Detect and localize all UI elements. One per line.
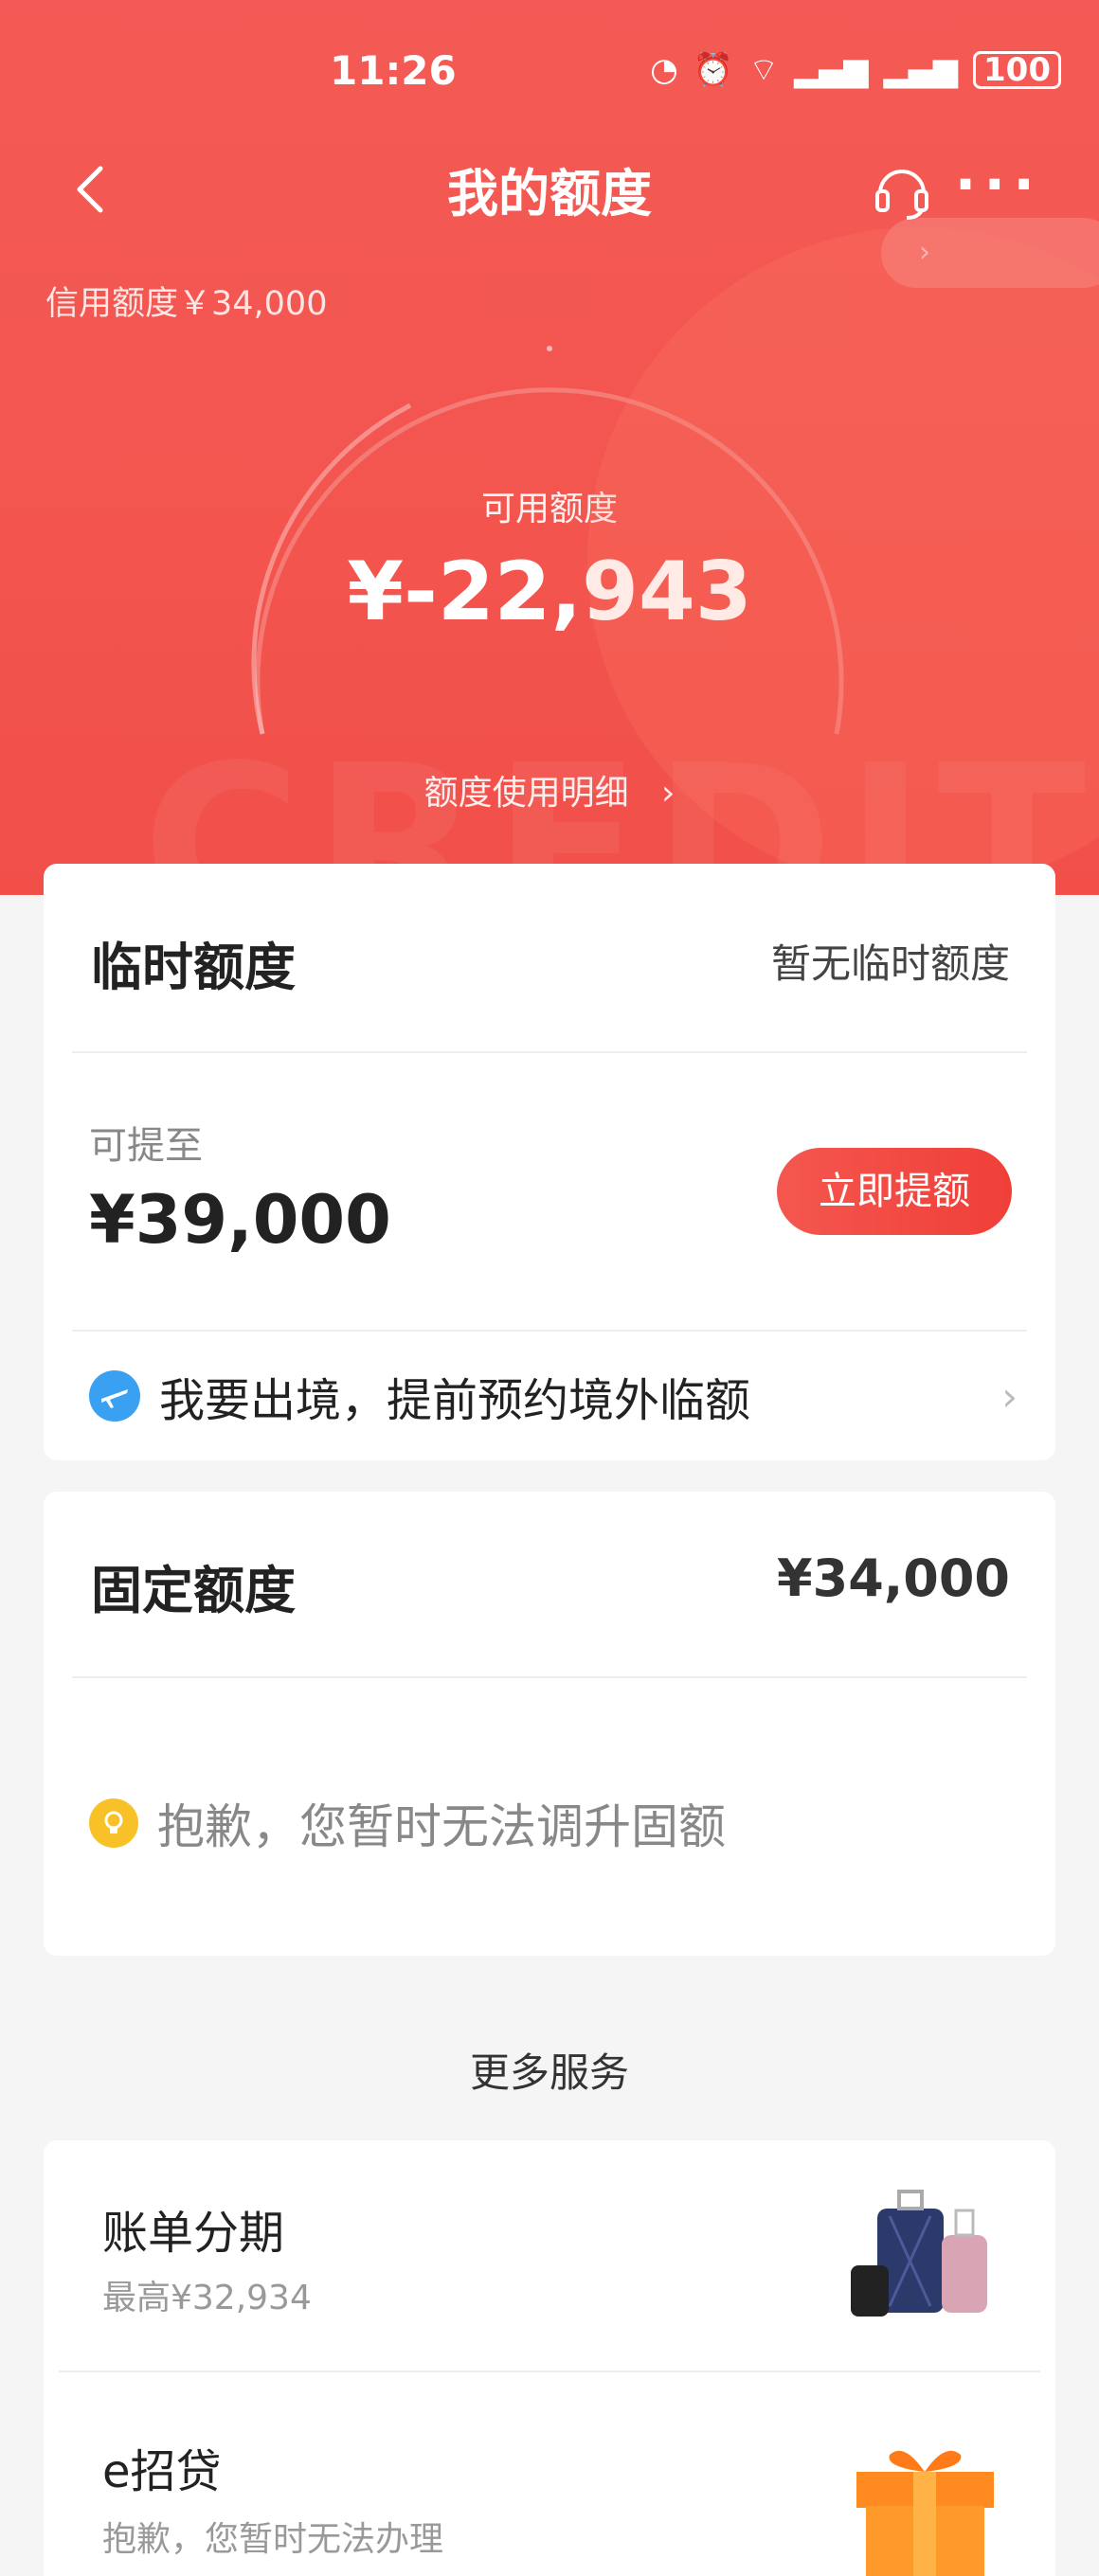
overseas-temp-limit-link[interactable]: 我要出境，提前预约境外临额 › xyxy=(89,1358,1018,1434)
luggage-icon xyxy=(851,2190,987,2317)
fixed-limit-title: 固定额度 xyxy=(91,1561,296,1620)
scrolled-chip-ghost: › xyxy=(881,218,1099,288)
divider xyxy=(72,1051,1027,1053)
temp-limit-status: 暂无临时额度 xyxy=(770,940,1010,987)
temp-limit-card: 临时额度 暂无临时额度 可提至 ¥39,000 立即提额 我要出境，提前预约境外… xyxy=(44,864,1055,1460)
hero-banner: CREDIT 11:26 ◔ ⏰ ⌔ ▂▄▆ ▂▄▆ 100 我的额度 ··· … xyxy=(0,0,1099,895)
battery-icon: 100 xyxy=(973,50,1061,89)
service-title: e招贷 xyxy=(102,2445,222,2498)
more-services-card: 账单分期 最高¥32,934 e招贷 抱歉，您暂时无法办理 xyxy=(44,2140,1055,2576)
service-subtitle: 最高¥32,934 xyxy=(102,2279,312,2317)
limit-usage-detail-link[interactable]: 额度使用明细 › xyxy=(0,765,1099,814)
fixed-limit-notice: 抱歉，您暂时无法调升固额 xyxy=(89,1785,1018,1861)
lightbulb-icon xyxy=(89,1798,138,1848)
wifi-icon: ⌔ xyxy=(748,51,780,89)
divider xyxy=(72,1330,1027,1332)
fixed-limit-amount: ¥34,000 xyxy=(777,1548,1010,1608)
available-limit-label: 可用额度 xyxy=(480,490,618,528)
fixed-limit-notice-text: 抱歉，您暂时无法调升固额 xyxy=(157,1799,726,1854)
service-subtitle: 抱歉，您暂时无法办理 xyxy=(102,2520,444,2559)
overseas-temp-limit-text: 我要出境，提前预约境外临额 xyxy=(159,1374,751,1427)
fixed-limit-card: 固定额度 ¥34,000 抱歉，您暂时无法调升固额 xyxy=(44,1492,1055,1956)
signal-4g-icon: ▂▄▆ xyxy=(883,50,959,89)
status-time: 11:26 xyxy=(330,47,457,94)
status-icons: ◔ ⏰ ⌔ ▂▄▆ ▂▄▆ 100 xyxy=(650,49,1061,90)
limit-usage-detail-label: 额度使用明细 xyxy=(423,774,629,813)
raise-to-label: 可提至 xyxy=(89,1124,203,1168)
credit-limit-text: 信用额度￥34,000 xyxy=(45,285,328,323)
page-title: 我的额度 xyxy=(447,164,652,224)
signal-5g-icon: ▂▄▆ xyxy=(794,50,869,89)
status-bar: 11:26 ◔ ⏰ ⌔ ▂▄▆ ▂▄▆ 100 xyxy=(0,0,1099,142)
raise-limit-button[interactable]: 立即提额 xyxy=(777,1148,1012,1235)
alarm-icon: ⏰ xyxy=(693,50,734,89)
customer-service-headset-icon[interactable] xyxy=(871,159,933,222)
available-limit-amount: ¥-22,943 xyxy=(347,545,752,639)
more-services-heading: 更多服务 xyxy=(469,2049,629,2096)
airplane-icon xyxy=(89,1370,140,1422)
divider xyxy=(59,2370,1040,2372)
chevron-right-icon: › xyxy=(1001,1372,1018,1420)
more-options-icon[interactable]: ··· xyxy=(955,152,1042,218)
divider xyxy=(72,1676,1027,1678)
service-title: 账单分期 xyxy=(102,2207,285,2260)
chevron-right-icon: › xyxy=(640,774,676,813)
gift-box-icon xyxy=(856,2450,994,2576)
temp-limit-title: 临时额度 xyxy=(91,938,296,997)
raise-to-amount: ¥39,000 xyxy=(89,1181,391,1259)
speed-icon: ◔ xyxy=(650,50,678,89)
